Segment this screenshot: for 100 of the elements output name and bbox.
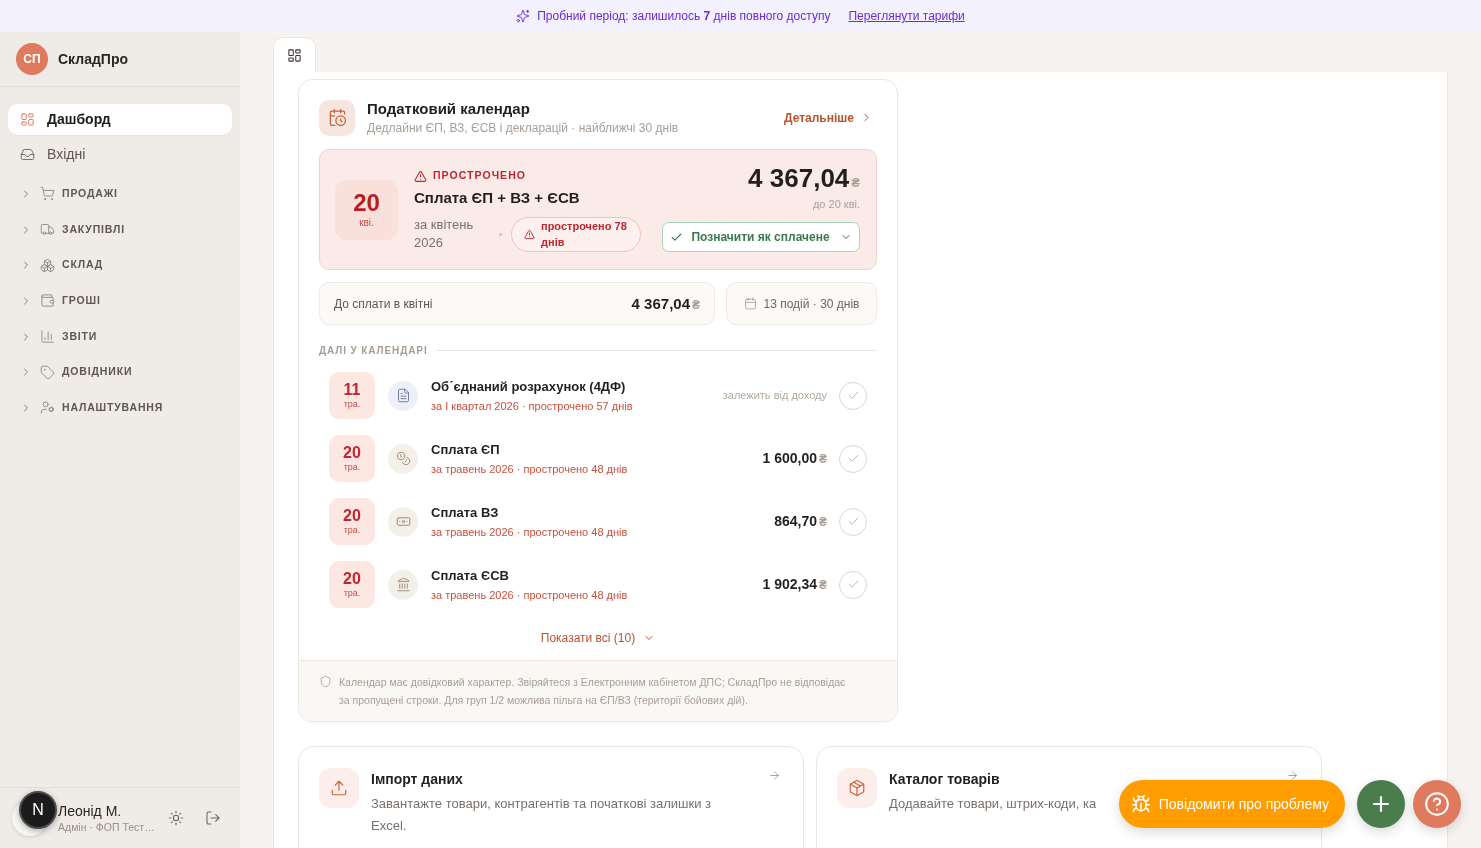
currency-sign: ₴ xyxy=(819,577,827,594)
user-name: Леонід М. xyxy=(58,802,123,820)
coins-icon xyxy=(388,443,418,474)
overdue-title: Сплата ЄП + ВЗ + ЄСВ xyxy=(414,188,580,208)
due-date-text: до 20 кві. xyxy=(812,197,860,211)
nav-item[interactable]: Вхідні xyxy=(8,139,232,170)
date-day: 20 xyxy=(343,507,361,525)
mark-done-button[interactable] xyxy=(839,444,867,473)
box-icon xyxy=(837,768,877,808)
nav-group[interactable]: ГРОШІ xyxy=(8,283,232,319)
dev-badge[interactable]: N xyxy=(19,791,57,829)
pricing-link[interactable]: Переглянути тарифи xyxy=(848,7,965,25)
nav-group[interactable]: НАЛАШТУВАННЯ xyxy=(8,390,232,426)
event-title: Сплата ЄП xyxy=(431,440,500,458)
view-tab[interactable] xyxy=(273,37,316,72)
events-count-text: 13 подій · 30 днів xyxy=(763,295,860,313)
cart-icon xyxy=(40,186,55,202)
nav-group[interactable]: ДОВІДНИКИ xyxy=(8,354,232,391)
date-month: тра. xyxy=(343,525,361,536)
date-day: 20 xyxy=(353,190,380,216)
currency-sign: ₴ xyxy=(851,174,860,192)
sparkles-icon xyxy=(516,9,531,23)
currency-sign: ₴ xyxy=(819,451,827,468)
details-link[interactable]: Детальніше xyxy=(783,108,873,127)
card-subtitle: Дедлайни ЄП, ВЗ, ЄСВ і декларацій · найближчі 30 днів xyxy=(367,120,680,136)
mark-paid-button[interactable]: Позначити як сплачене xyxy=(662,222,860,252)
logo-avatar: СП xyxy=(16,43,48,75)
card-title: Каталог товарів xyxy=(889,770,1000,789)
amount: 864,70 xyxy=(774,512,817,530)
amount: 4 367,04 xyxy=(748,163,850,193)
date-month: тра. xyxy=(343,588,361,599)
calendar-icon xyxy=(743,297,757,310)
arrow-right-icon xyxy=(768,769,781,782)
trial-message: Пробний період: залишилось 7 днів повного доступу xyxy=(537,8,831,25)
shield-icon xyxy=(319,675,332,688)
date-day: 20 xyxy=(343,570,361,588)
nav-group[interactable]: ЗВІТИ xyxy=(8,318,232,355)
logout-icon xyxy=(205,810,221,826)
amount: 1 902,34 xyxy=(762,575,817,593)
card-description: Додавайте товари, штрих-коди, ка xyxy=(889,795,1097,813)
amount: 4 367,04 xyxy=(631,293,690,314)
mark-done-button[interactable] xyxy=(839,507,867,536)
user-role: Адмін · ФОП Тест… xyxy=(58,820,155,834)
warning-icon xyxy=(414,169,427,183)
event-note: залежить від доходу xyxy=(722,388,827,404)
overdue-days-text: прострочено 78 днів xyxy=(541,219,628,250)
event-title: Сплата ЄСВ xyxy=(431,566,509,584)
event-title: Об΄єднаний розрахунок (4ДФ) xyxy=(431,377,626,395)
period-text: за квітень 2026 xyxy=(414,216,475,252)
grid-icon xyxy=(20,112,35,127)
sun-icon xyxy=(168,810,184,826)
mark-done-button[interactable] xyxy=(839,570,867,599)
truck-icon xyxy=(40,222,55,238)
calendar-clock-icon xyxy=(319,99,355,136)
date-month: тра. xyxy=(343,462,361,473)
date-month: кві. xyxy=(359,216,374,229)
nav-group[interactable]: ЗАКУПІВЛІ xyxy=(8,211,232,248)
document-icon xyxy=(388,380,418,411)
inbox-icon xyxy=(20,147,35,162)
grid-icon xyxy=(287,47,302,63)
tag-icon xyxy=(40,364,55,380)
wallet-icon xyxy=(40,293,55,309)
check-icon xyxy=(846,578,860,591)
warning-icon xyxy=(524,228,535,240)
show-all-button[interactable]: Показати всі (10) xyxy=(540,626,656,650)
banknote-icon xyxy=(388,506,418,537)
check-icon xyxy=(846,389,860,402)
disclaimer-text: Календар має довідковий характер. Звіряйтеся з Електронним кабінетом ДПС; СкладПро не відповідає за пропущені строки. Для груп 1/2 можлива пільга на ЄП/ВЗ (території бойових дій). xyxy=(339,675,847,708)
event-detail: за травень 2026 · прострочено 48 днів xyxy=(431,524,628,540)
check-icon xyxy=(846,515,860,528)
app-name: СкладПро xyxy=(58,49,129,69)
event-detail: за травень 2026 · прострочено 48 днів xyxy=(431,461,628,477)
upload-icon xyxy=(319,768,359,808)
card-description: Завантажте товари, контрагентів та початкові залишки з Excel. xyxy=(371,795,713,835)
mark-done-button[interactable] xyxy=(839,381,867,410)
boxes-icon xyxy=(40,257,55,273)
card-title: Податковий календар xyxy=(367,99,531,119)
help-button[interactable] xyxy=(1413,780,1461,828)
event-title: Сплата ВЗ xyxy=(431,503,499,521)
nav-group[interactable]: ПРОДАЖІ xyxy=(8,176,232,212)
check-icon xyxy=(846,452,860,465)
event-detail: за I квартал 2026 · прострочено 57 днів xyxy=(431,398,633,414)
quick-action-card[interactable]: Імпорт даних Завантажте товари, контрагентів та початкові залишки з Excel. xyxy=(298,746,804,848)
nav-group[interactable]: СКЛАД xyxy=(8,247,232,284)
date-day: 11 xyxy=(343,381,361,399)
amount: 1 600,00 xyxy=(762,449,817,467)
section-heading: ДАЛІ У КАЛЕНДАРІ xyxy=(319,343,428,358)
event-detail: за травень 2026 · прострочено 48 днів xyxy=(431,587,628,603)
bar-chart-icon xyxy=(40,329,55,345)
currency-sign: ₴ xyxy=(692,296,700,314)
bug-icon xyxy=(1130,794,1151,814)
bank-icon xyxy=(388,569,418,600)
monthly-total-label: До сплати в квітні xyxy=(334,295,433,313)
date-month: тра. xyxy=(343,399,361,410)
help-icon xyxy=(1424,791,1450,817)
status-label: ПРОСТРОЧЕНО xyxy=(433,168,527,184)
user-gear-icon xyxy=(40,400,55,416)
nav-item[interactable]: Дашборд xyxy=(8,104,232,135)
currency-sign: ₴ xyxy=(819,514,827,531)
card-title: Імпорт даних xyxy=(371,770,463,789)
